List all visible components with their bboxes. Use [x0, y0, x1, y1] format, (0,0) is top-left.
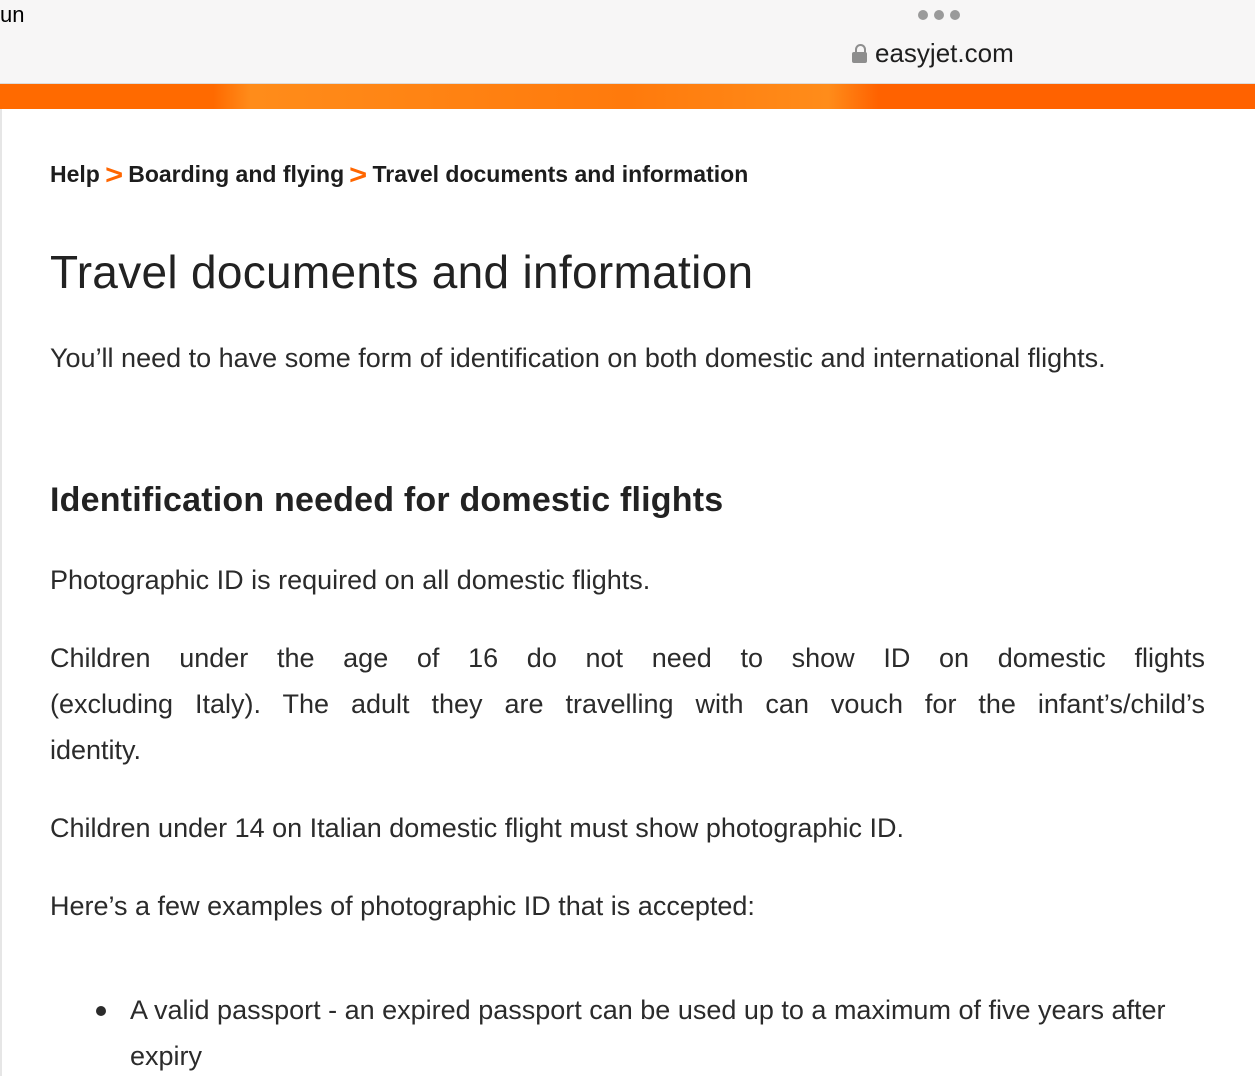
breadcrumb-help-link[interactable]: Help	[50, 161, 100, 188]
bullet-icon	[96, 1006, 106, 1016]
breadcrumb-current: Travel documents and information	[372, 161, 749, 187]
breadcrumb-separator-icon: >	[349, 158, 368, 190]
url-text[interactable]: easyjet.com	[875, 38, 1014, 68]
accepted-id-list: A valid passport - an expired passport c…	[50, 987, 1210, 1079]
breadcrumb-separator-icon: >	[105, 158, 124, 190]
lock-icon	[852, 43, 867, 63]
paragraph-children-14: Children under 14 on Italian domestic fl…	[50, 813, 904, 843]
paragraph-photo-id: Photographic ID is required on all domes…	[50, 565, 651, 595]
left-edge-divider	[0, 109, 2, 1076]
browser-toolbar: un easyjet.com	[0, 0, 1255, 84]
address-bar[interactable]: easyjet.com	[852, 36, 1014, 70]
paragraph-children-16: Children under the age of 16 do not need…	[50, 643, 1205, 765]
more-options-icon[interactable]	[918, 10, 960, 20]
breadcrumb-boarding-link[interactable]: Boarding and flying	[128, 161, 344, 188]
tab-title-fragment[interactable]: un	[0, 3, 24, 27]
breadcrumb: Help > Boarding and flying > Travel docu…	[50, 158, 749, 190]
section-heading: Identification needed for domestic fligh…	[50, 481, 724, 519]
list-item-text: A valid passport - an expired passport c…	[130, 995, 1166, 1071]
brand-header-band	[0, 84, 1255, 109]
list-item: A valid passport - an expired passport c…	[50, 987, 1210, 1079]
intro-paragraph: You’ll need to have some form of identif…	[50, 343, 1106, 373]
paragraph-examples: Here’s a few examples of photographic ID…	[50, 891, 755, 921]
page-title: Travel documents and information	[50, 246, 754, 298]
